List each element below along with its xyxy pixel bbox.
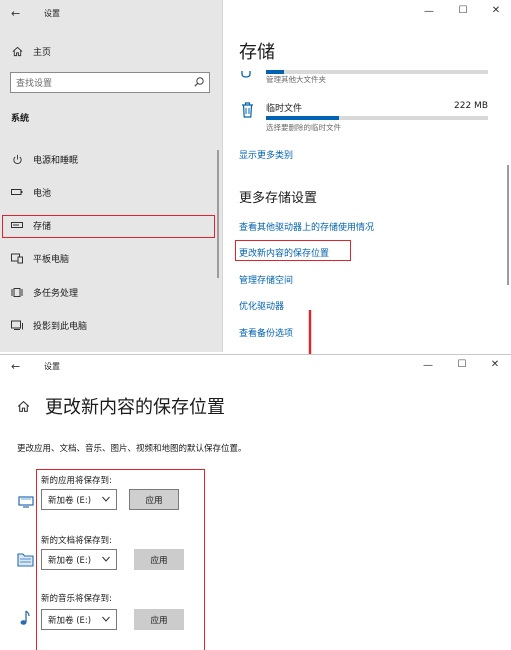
navigation-pane: ← 设置 主页 查找设置 系统 电源和睡眠 电池 存储 平板电脑 多任务处理 投… [0,0,222,352]
trash-icon [241,102,253,118]
minimize-icon[interactable]: — [421,361,435,371]
nav-battery[interactable]: 电池 [0,181,222,203]
home-icon [11,45,23,57]
back-arrow-icon[interactable]: ← [11,361,20,372]
chevron-down-icon [102,556,110,562]
apps-drive-value: 新加卷 (E:) [48,495,92,506]
temp-files-usage-bar [266,116,488,120]
storage-settings-window: ← 设置 主页 查找设置 系统 电源和睡眠 电池 存储 平板电脑 多任务处理 投… [0,0,511,352]
chevron-down-icon [102,496,110,502]
nav-label: 投影到此电脑 [33,321,88,332]
nav-project-to-pc[interactable]: 投影到此电脑 [0,314,222,336]
view-backup-options-link[interactable]: 查看备份选项 [239,326,293,339]
nav-label: 平板电脑 [33,254,70,265]
temp-files-caption: 选择要删除的临时文件 [266,123,341,132]
page-title: 更改新内容的保存位置 [45,397,225,418]
partial-folder-icon [241,64,251,78]
music-apply-button[interactable]: 应用 [134,609,184,630]
temp-files-size: 222 MB [454,101,488,111]
usage-fill [266,116,340,120]
page-title: 存储 [239,42,275,63]
maximize-icon[interactable]: ☐ [456,6,470,16]
close-icon[interactable]: ✕ [488,360,502,370]
window-title: 设置 [44,362,60,371]
large-folders-caption: 管理其他大文件夹 [266,75,326,84]
more-storage-heading: 更多存储设置 [239,191,318,206]
multitasking-icon [11,286,23,298]
nav-label: 电源和睡眠 [33,155,79,166]
save-location-window: ← 设置 — ☐ ✕ 更改新内容的保存位置 更改应用、文档、音乐、图片、视频和地… [0,354,511,650]
nav-scrollbar[interactable] [217,150,219,278]
storage-highlight-box [2,215,215,238]
view-other-drives-link[interactable]: 查看其他驱动器上的存储使用情况 [239,220,374,233]
section-heading: 系统 [11,114,30,124]
apps-drive-dropdown[interactable]: 新加卷 (E:) [41,489,117,510]
documents-drive-value: 新加卷 (E:) [48,555,92,566]
new-apps-save-label: 新的应用将保存到: [41,476,112,486]
manage-storage-spaces-link[interactable]: 管理存储空间 [239,273,293,286]
monitor-icon [18,493,34,508]
folder-icon [17,552,34,567]
nav-label: 电池 [33,188,52,199]
nav-multitasking[interactable]: 多任务处理 [0,281,222,303]
power-icon [11,153,23,165]
search-icon[interactable] [193,76,205,88]
optimize-drives-link[interactable]: 优化驱动器 [239,299,284,312]
new-music-save-label: 新的音乐将保存到: [41,594,112,604]
save-location-highlight-box [235,240,351,261]
documents-apply-button[interactable]: 应用 [134,549,184,570]
window-title: 设置 [44,9,60,18]
content-scrollbar[interactable] [507,165,509,285]
nav-power-sleep[interactable]: 电源和睡眠 [0,148,222,170]
music-note-icon [19,610,31,626]
page-description: 更改应用、文档、音乐、图片、视频和地图的默认保存位置。 [17,444,247,454]
temp-files-row[interactable]: 临时文件 222 MB 选择要删除的临时文件 [238,98,503,138]
tablet-icon [11,252,23,264]
close-icon[interactable]: ✕ [489,6,503,16]
apps-apply-button[interactable]: 应用 [129,489,179,510]
maximize-icon[interactable]: ☐ [455,360,469,370]
nav-home[interactable]: 主页 [0,40,222,62]
search-placeholder: 查找设置 [16,79,53,89]
nav-label: 多任务处理 [33,288,79,299]
minimize-icon[interactable]: — [422,7,436,17]
temp-files-label: 临时文件 [266,104,303,114]
new-documents-save-label: 新的文档将保存到: [41,536,112,546]
show-more-categories-link[interactable]: 显示更多类别 [239,148,293,161]
search-input[interactable]: 查找设置 [10,72,210,93]
music-drive-dropdown[interactable]: 新加卷 (E:) [41,609,117,630]
documents-drive-dropdown[interactable]: 新加卷 (E:) [41,549,117,570]
home-label: 主页 [33,47,52,58]
home-icon[interactable] [17,398,30,412]
storage-content-pane: — ☐ ✕ 存储 管理其他大文件夹 临时文件 222 MB 选择要删除的临时文件… [222,0,511,352]
chevron-down-icon [102,616,110,622]
music-drive-value: 新加卷 (E:) [48,615,92,626]
battery-icon [11,186,23,198]
nav-tablet[interactable]: 平板电脑 [0,247,222,269]
back-arrow-icon[interactable]: ← [11,8,20,19]
projector-icon [11,319,23,331]
